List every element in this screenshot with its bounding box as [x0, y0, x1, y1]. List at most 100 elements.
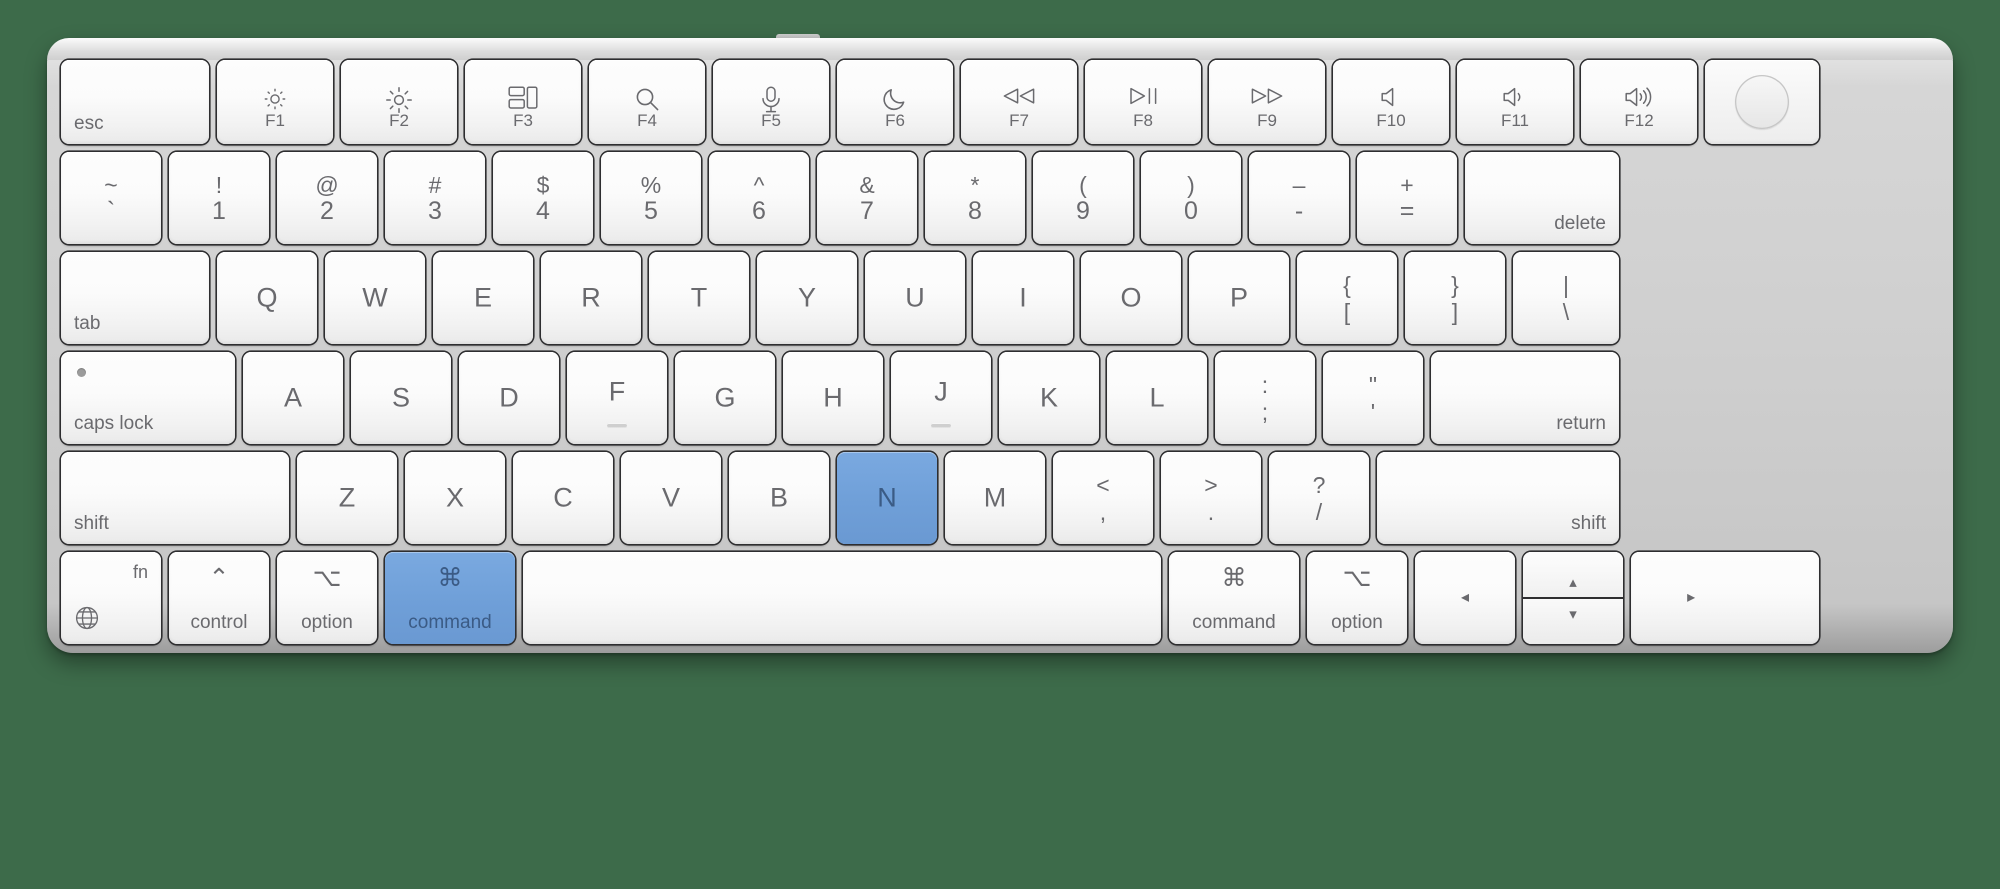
- key-p[interactable]: P: [1189, 252, 1289, 344]
- key-b[interactable]: B: [729, 452, 829, 544]
- key-f9[interactable]: F9: [1209, 60, 1325, 144]
- key-f2[interactable]: F2: [341, 60, 457, 144]
- key-esc[interactable]: esc: [61, 60, 209, 144]
- key-f12[interactable]: F12: [1581, 60, 1697, 144]
- key-arrow-left[interactable]: ◂: [1415, 552, 1515, 644]
- key-f5[interactable]: F5: [713, 60, 829, 144]
- key-option-right[interactable]: ⌥ option: [1307, 552, 1407, 644]
- key-h[interactable]: H: [783, 352, 883, 444]
- key-space[interactable]: [523, 552, 1161, 644]
- key-x[interactable]: X: [405, 452, 505, 544]
- key-label: E: [473, 282, 493, 313]
- key-command-left[interactable]: ⌘ command: [385, 552, 515, 644]
- key-label: W: [362, 282, 388, 313]
- volume-mute-icon: [1380, 86, 1402, 108]
- key-1[interactable]: ! 1: [169, 152, 269, 244]
- key-t[interactable]: T: [649, 252, 749, 344]
- key-upper-label: <: [1096, 472, 1110, 498]
- key-slash[interactable]: ? /: [1269, 452, 1369, 544]
- key-label: U: [905, 282, 925, 313]
- key-lower-label: ;: [1261, 399, 1269, 425]
- key-quote[interactable]: " ': [1323, 352, 1423, 444]
- key-lower-label: 7: [860, 197, 874, 225]
- key-8[interactable]: * 8: [925, 152, 1025, 244]
- key-u[interactable]: U: [865, 252, 965, 344]
- key-f10[interactable]: F10: [1333, 60, 1449, 144]
- key-backtick[interactable]: ~ `: [61, 152, 161, 244]
- key-f[interactable]: F: [567, 352, 667, 444]
- key-a[interactable]: A: [243, 352, 343, 444]
- key-f1[interactable]: F1: [217, 60, 333, 144]
- key-comma[interactable]: < ,: [1053, 452, 1153, 544]
- key-f8[interactable]: F8: [1085, 60, 1201, 144]
- key-arrow-right[interactable]: ▸: [1631, 552, 1819, 644]
- key-label: Z: [338, 482, 356, 513]
- key-w[interactable]: W: [325, 252, 425, 344]
- control-symbol: ⌃: [208, 564, 230, 592]
- key-return[interactable]: return: [1431, 352, 1619, 444]
- key-v[interactable]: V: [621, 452, 721, 544]
- key-m[interactable]: M: [945, 452, 1045, 544]
- key-e[interactable]: E: [433, 252, 533, 344]
- key-backslash[interactable]: | \: [1513, 252, 1619, 344]
- key-3[interactable]: # 3: [385, 152, 485, 244]
- key-i[interactable]: I: [973, 252, 1073, 344]
- key-q[interactable]: Q: [217, 252, 317, 344]
- key-option-left[interactable]: ⌥ option: [277, 552, 377, 644]
- key-9[interactable]: ( 9: [1033, 152, 1133, 244]
- key-5[interactable]: % 5: [601, 152, 701, 244]
- arrow-split-divider: [1523, 596, 1623, 600]
- key-d[interactable]: D: [459, 352, 559, 444]
- touch-id-button[interactable]: [1705, 60, 1819, 144]
- key-n[interactable]: N: [837, 452, 937, 544]
- key-caps-lock[interactable]: caps lock: [61, 352, 235, 444]
- key-7[interactable]: & 7: [817, 152, 917, 244]
- key-lower-label: 2: [320, 197, 334, 225]
- key-c[interactable]: C: [513, 452, 613, 544]
- key-4[interactable]: $ 4: [493, 152, 593, 244]
- key-k[interactable]: K: [999, 352, 1099, 444]
- key-upper-label: &: [859, 172, 875, 198]
- key-shift-right[interactable]: shift: [1377, 452, 1619, 544]
- key-f6[interactable]: F6: [837, 60, 953, 144]
- key-label: shift: [1571, 513, 1606, 534]
- key-tab[interactable]: tab: [61, 252, 209, 344]
- key-upper-label: ~: [104, 172, 118, 198]
- key-label: F3: [513, 111, 533, 130]
- key-label: control: [190, 612, 248, 633]
- key-arrow-down[interactable]: ▾: [1523, 598, 1623, 644]
- key-period[interactable]: > .: [1161, 452, 1261, 544]
- key-fn[interactable]: fn: [61, 552, 161, 644]
- key-z[interactable]: Z: [297, 452, 397, 544]
- key-arrow-up[interactable]: ▴: [1523, 552, 1623, 598]
- key-command-right[interactable]: ⌘ command: [1169, 552, 1299, 644]
- key-f11[interactable]: F11: [1457, 60, 1573, 144]
- key-0[interactable]: ) 0: [1141, 152, 1241, 244]
- key-upper-label: +: [1400, 172, 1414, 198]
- key-6[interactable]: ^ 6: [709, 152, 809, 244]
- key-l[interactable]: L: [1107, 352, 1207, 444]
- key-minus[interactable]: – -: [1249, 152, 1349, 244]
- key-label: F2: [389, 111, 409, 130]
- key-arrow-up-down[interactable]: ▴ ▾: [1523, 552, 1623, 644]
- key-s[interactable]: S: [351, 352, 451, 444]
- key-f3[interactable]: F3: [465, 60, 581, 144]
- key-bracket-right[interactable]: } ]: [1405, 252, 1505, 344]
- key-delete[interactable]: delete: [1465, 152, 1619, 244]
- key-y[interactable]: Y: [757, 252, 857, 344]
- key-f4[interactable]: F4: [589, 60, 705, 144]
- key-lower-label: ]: [1451, 299, 1459, 325]
- key-shift-left[interactable]: shift: [61, 452, 289, 544]
- key-control-left[interactable]: ⌃ control: [169, 552, 269, 644]
- key-equals[interactable]: + =: [1357, 152, 1457, 244]
- key-2[interactable]: @ 2: [277, 152, 377, 244]
- key-label: caps lock: [74, 413, 154, 434]
- key-j[interactable]: J: [891, 352, 991, 444]
- key-g[interactable]: G: [675, 352, 775, 444]
- key-semicolon[interactable]: : ;: [1215, 352, 1315, 444]
- key-o[interactable]: O: [1081, 252, 1181, 344]
- key-f7[interactable]: F7: [961, 60, 1077, 144]
- key-r[interactable]: R: [541, 252, 641, 344]
- key-label: F5: [761, 111, 781, 130]
- key-bracket-left[interactable]: { [: [1297, 252, 1397, 344]
